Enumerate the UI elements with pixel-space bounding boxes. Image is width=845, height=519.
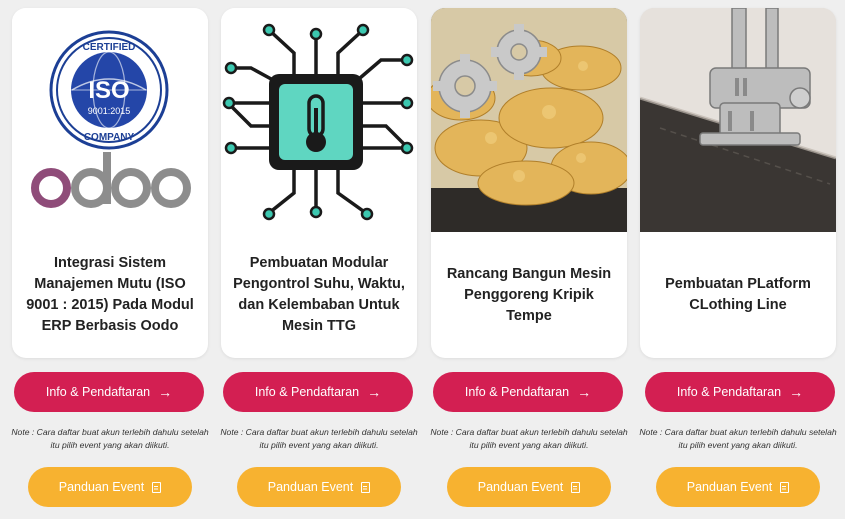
event-card[interactable]: CERTIFIED ISO 9001:2015 COMPANY Integras…: [12, 8, 208, 358]
cert-bottom-text: COMPANY: [84, 132, 135, 143]
event-column-4: Pembuatan PLatform CLothing Line Info & …: [639, 0, 837, 519]
event-guide-label: Panduan Event: [267, 480, 354, 494]
registration-note: Note : Cara daftar buat akun terlebih da…: [11, 427, 209, 450]
arrow-right-icon: →: [158, 384, 173, 400]
event-guide-label: Panduan Event: [58, 480, 145, 494]
event-guide-button[interactable]: Panduan Event: [656, 467, 820, 507]
event-title: Pembuatan PLatform CLothing Line: [665, 276, 811, 313]
info-registration-button[interactable]: Info & Pendaftaran →: [433, 372, 623, 412]
cert-iso-text: ISO: [88, 77, 129, 104]
pdf-file-icon: [152, 481, 162, 493]
event-title: Integrasi Sistem Manajemen Mutu (ISO 900…: [26, 255, 194, 334]
event-image-sewing-machine: [640, 8, 836, 232]
pdf-file-icon: [571, 481, 581, 493]
event-column-2: Pembuatan Modular Pengontrol Suhu, Waktu…: [220, 0, 418, 519]
event-card[interactable]: Rancang Bangun Mesin Penggoreng Kripik T…: [431, 8, 627, 358]
info-registration-button[interactable]: Info & Pendaftaran →: [645, 372, 835, 412]
event-image-thermometer-chip: [221, 8, 417, 232]
event-card[interactable]: Pembuatan PLatform CLothing Line: [640, 8, 836, 358]
info-registration-label: Info & Pendaftaran: [45, 385, 151, 399]
registration-note: Note : Cara daftar buat akun terlebih da…: [430, 427, 628, 450]
event-column-1: CERTIFIED ISO 9001:2015 COMPANY Integras…: [11, 0, 209, 519]
pdf-file-icon: [361, 481, 371, 493]
odoo-logo: [31, 152, 191, 208]
event-guide-label: Panduan Event: [686, 480, 773, 494]
event-title: Pembuatan Modular Pengontrol Suhu, Waktu…: [233, 255, 405, 334]
arrow-right-icon: →: [789, 384, 804, 400]
registration-note: Note : Cara daftar buat akun terlebih da…: [639, 427, 837, 450]
event-guide-label: Panduan Event: [477, 480, 564, 494]
cert-top-text: CERTIFIED: [83, 42, 136, 53]
event-guide-button[interactable]: Panduan Event: [237, 467, 401, 507]
info-registration-button[interactable]: Info & Pendaftaran →: [223, 372, 413, 412]
info-registration-label: Info & Pendaftaran: [676, 385, 782, 399]
registration-note: Note : Cara daftar buat akun terlebih da…: [220, 427, 418, 450]
event-column-3: Rancang Bangun Mesin Penggoreng Kripik T…: [430, 0, 628, 519]
event-title: Rancang Bangun Mesin Penggoreng Kripik T…: [446, 265, 612, 324]
event-image-iso-odoo: CERTIFIED ISO 9001:2015 COMPANY: [12, 8, 208, 232]
event-image-gears-chips: [431, 8, 627, 232]
arrow-right-icon: →: [577, 384, 592, 400]
pdf-file-icon: [780, 481, 790, 493]
event-guide-button[interactable]: Panduan Event: [447, 467, 611, 507]
arrow-right-icon: →: [367, 384, 382, 400]
event-guide-button[interactable]: Panduan Event: [28, 467, 192, 507]
info-registration-label: Info & Pendaftaran: [464, 385, 570, 399]
cert-number-text: 9001:2015: [88, 106, 131, 116]
info-registration-label: Info & Pendaftaran: [254, 385, 360, 399]
event-card[interactable]: Pembuatan Modular Pengontrol Suhu, Waktu…: [221, 8, 417, 358]
info-registration-button[interactable]: Info & Pendaftaran →: [14, 372, 204, 412]
